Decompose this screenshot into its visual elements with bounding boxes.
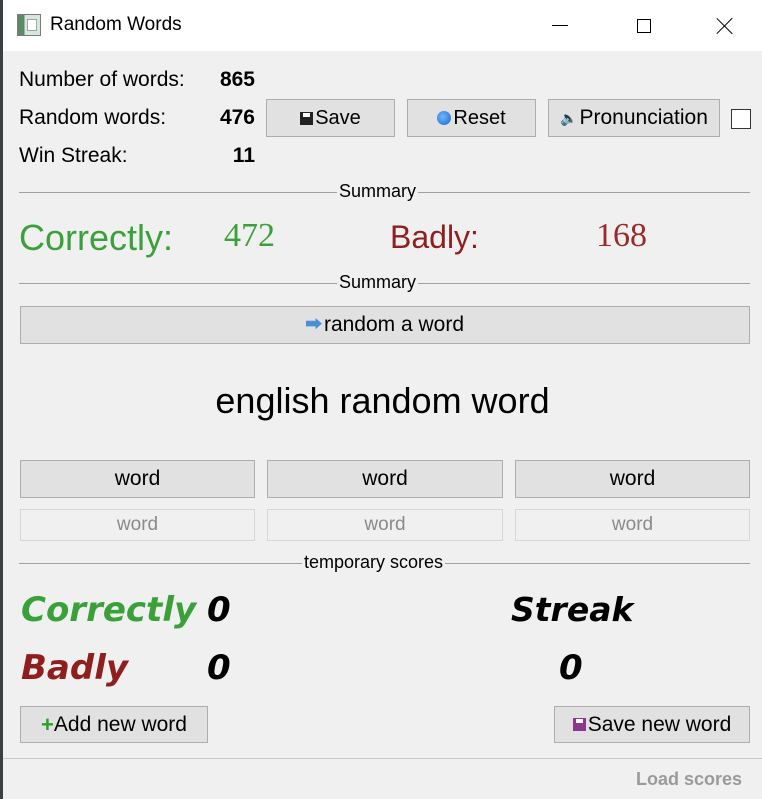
save-button[interactable]: Save bbox=[266, 99, 395, 137]
summary-section-label: Summary bbox=[337, 181, 419, 202]
answer-button-2[interactable]: word bbox=[267, 460, 503, 498]
save-icon bbox=[572, 718, 586, 731]
pronunciation-button-label: Pronunciation bbox=[579, 106, 708, 129]
temp-streak-label: Streak bbox=[511, 590, 634, 629]
save-button-label: Save bbox=[315, 106, 361, 129]
summary-correctly-label: Correctly: bbox=[19, 217, 174, 258]
random-words-value: 476 bbox=[219, 106, 255, 129]
shuffle-icon bbox=[305, 318, 322, 330]
random-word-button-label: random a word bbox=[323, 313, 465, 336]
maximize-icon bbox=[637, 18, 651, 33]
save-new-word-label: Save new word bbox=[587, 712, 732, 736]
maximize-button[interactable] bbox=[621, 0, 667, 51]
speaker-icon: 🔈 bbox=[560, 109, 578, 126]
save-new-word-button[interactable]: Save new word bbox=[554, 706, 750, 743]
answer-button-3[interactable]: word bbox=[515, 460, 750, 498]
load-scores-link[interactable]: Load scores bbox=[636, 769, 742, 790]
status-bar: Load scores bbox=[3, 758, 762, 799]
temp-badly-value: 0 bbox=[207, 648, 231, 688]
reset-icon bbox=[437, 111, 452, 125]
answer-field-3[interactable]: word bbox=[515, 509, 750, 541]
close-icon bbox=[716, 17, 734, 35]
temporary-scores-label: temporary scores bbox=[302, 552, 446, 573]
random-word-button[interactable]: random a word bbox=[20, 306, 750, 344]
temp-badly-label: Badly bbox=[21, 648, 129, 688]
summary-badly-label: Badly: bbox=[390, 219, 479, 255]
add-new-word-button[interactable]: + Add new word bbox=[20, 706, 208, 743]
reset-button[interactable]: Reset bbox=[407, 99, 536, 137]
save-icon bbox=[300, 111, 314, 125]
app-icon bbox=[17, 14, 41, 36]
summary-badly-value: 168 bbox=[596, 217, 647, 254]
window-title: Random Words bbox=[50, 14, 182, 35]
random-words-label: Random words: bbox=[19, 106, 167, 129]
win-streak-value: 11 bbox=[232, 144, 255, 167]
minimize-button[interactable] bbox=[537, 0, 583, 51]
answer-field-1[interactable]: word bbox=[20, 509, 255, 541]
summary-correctly-value: 472 bbox=[224, 217, 275, 254]
temp-correctly-value: 0 bbox=[207, 590, 231, 630]
summary-section-label-2: Summary bbox=[337, 272, 419, 293]
add-new-word-label: Add new word bbox=[53, 712, 187, 736]
temp-streak-value: 0 bbox=[559, 648, 583, 688]
current-word: english random word bbox=[215, 380, 550, 421]
minimize-icon bbox=[552, 25, 568, 26]
answer-field-2[interactable]: word bbox=[267, 509, 503, 541]
win-streak-label: Win Streak: bbox=[19, 144, 128, 167]
number-of-words-label: Number of words: bbox=[19, 68, 185, 91]
pronunciation-checkbox[interactable] bbox=[731, 109, 751, 129]
temp-correctly-label: Correctly bbox=[21, 590, 197, 630]
pronunciation-button[interactable]: 🔈 Pronunciation bbox=[548, 99, 720, 137]
title-bar: Random Words bbox=[3, 0, 762, 51]
reset-button-label: Reset bbox=[453, 106, 506, 129]
close-button[interactable] bbox=[702, 0, 748, 51]
number-of-words-value: 865 bbox=[219, 68, 255, 91]
main-window: Random Words Number of words: 865 Random… bbox=[3, 0, 762, 799]
answer-button-1[interactable]: word bbox=[20, 460, 255, 498]
plus-icon: + bbox=[41, 711, 54, 737]
